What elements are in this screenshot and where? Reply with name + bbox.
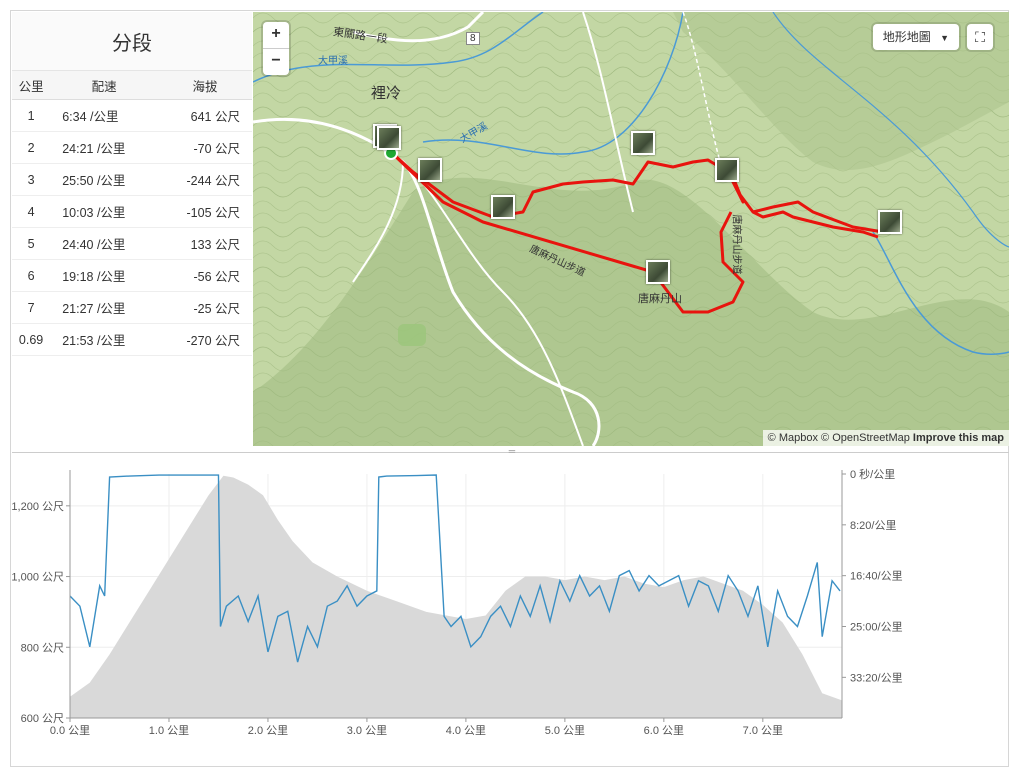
split-row[interactable]: 5 24:40 /公里 133 公尺: [12, 227, 252, 260]
split-km: 5: [12, 227, 51, 260]
elevation-pace-chart[interactable]: 600 公尺 800 公尺 1,000 公尺 1,200 公尺 0 秒/公里 8:20/公…: [12, 456, 1009, 761]
split-pace: 24:40 /公里: [50, 227, 158, 260]
map-label-river: 大甲溪: [318, 56, 348, 67]
x-tick-label: 5.0 公里: [545, 724, 585, 737]
split-elevation: 133 公尺: [157, 227, 252, 260]
split-elevation: 641 公尺: [157, 99, 252, 132]
left-tick-label: 1,200 公尺: [12, 501, 64, 513]
left-tick-label: 600 公尺: [21, 713, 64, 725]
splits-panel: 分段 公里 配速 海拔 1 6:34 /公里 641 公尺 2 24:21 /公里 -70…: [12, 12, 252, 446]
split-km: 3: [12, 163, 51, 196]
split-elevation: -70 公尺: [157, 131, 252, 164]
map-type-label: 地形地圖: [882, 30, 931, 44]
x-tick-label: 7.0 公里: [743, 724, 783, 737]
route-map[interactable]: 裡冷 東關路一段 8 大甲溪 大甲溪 唐麻丹山 唐麻丹山步道 唐麻丹山步道 + …: [253, 12, 1009, 446]
right-tick-label: 25:00/公里: [850, 621, 903, 634]
map-label-trail: 唐麻丹山步道: [730, 214, 742, 275]
split-row[interactable]: 6 19:18 /公里 -56 公尺: [12, 259, 252, 292]
split-pace: 6:34 /公里: [50, 99, 158, 132]
split-km: 7: [12, 291, 51, 324]
photo-marker[interactable]: [715, 158, 739, 182]
mapbox-link[interactable]: © Mapbox: [768, 432, 818, 444]
split-row[interactable]: 1 6:34 /公里 641 公尺: [12, 99, 252, 132]
split-pace: 19:18 /公里: [50, 259, 158, 292]
split-pace: 10:03 /公里: [50, 195, 158, 228]
zoom-in-button[interactable]: +: [263, 22, 289, 48]
split-row[interactable]: 0.69 21:53 /公里 -270 公尺: [12, 323, 252, 356]
col-pace: 配速: [50, 71, 158, 100]
split-km: 4: [12, 195, 51, 228]
map-type-dropdown[interactable]: 地形地圖 ▼: [872, 24, 959, 50]
x-tick-label: 3.0 公里: [347, 724, 387, 737]
right-tick-label: 8:20/公里: [850, 519, 896, 532]
resize-handle[interactable]: ═: [500, 446, 524, 456]
photo-marker[interactable]: [631, 131, 655, 155]
fullscreen-button[interactable]: ⛶: [967, 24, 993, 50]
elevation-area: [70, 475, 842, 718]
left-tick-label: 800 公尺: [21, 642, 64, 654]
col-elev: 海拔: [157, 71, 252, 100]
map-attribution: © Mapbox © OpenStreetMap Improve this ma…: [762, 430, 1009, 446]
split-row[interactable]: 4 10:03 /公里 -105 公尺: [12, 195, 252, 228]
splits-header-row: 公里 配速 海拔: [12, 71, 252, 100]
zoom-control: + −: [263, 22, 289, 75]
col-km: 公里: [12, 71, 51, 100]
photo-marker[interactable]: [878, 210, 902, 234]
split-elevation: -105 公尺: [157, 195, 252, 228]
photo-marker[interactable]: [491, 195, 515, 219]
map-label-town: 裡冷: [371, 85, 402, 102]
left-tick-label: 1,000 公尺: [12, 572, 64, 584]
splits-title: 分段: [12, 12, 252, 71]
split-row[interactable]: 2 24:21 /公里 -70 公尺: [12, 131, 252, 164]
right-tick-label: 33:20/公里: [850, 671, 903, 684]
right-tick-label: 16:40/公里: [850, 570, 903, 583]
x-tick-label: 6.0 公里: [644, 724, 684, 737]
photo-marker[interactable]: [377, 126, 401, 150]
photo-marker[interactable]: [418, 158, 442, 182]
fullscreen-icon: ⛶: [975, 29, 985, 45]
split-elevation: -270 公尺: [157, 323, 252, 356]
split-row[interactable]: 3 25:50 /公里 -244 公尺: [12, 163, 252, 196]
x-tick-label: 2.0 公里: [248, 724, 288, 737]
split-elevation: -56 公尺: [157, 259, 252, 292]
split-pace: 21:53 /公里: [50, 323, 158, 356]
caret-down-icon: ▼: [940, 33, 949, 43]
map-label-peak: 唐麻丹山: [638, 293, 682, 305]
split-pace: 21:27 /公里: [50, 291, 158, 324]
map-label-road-number: 8: [466, 32, 480, 45]
split-pace: 25:50 /公里: [50, 163, 158, 196]
osm-link[interactable]: © OpenStreetMap: [821, 432, 910, 444]
photo-marker[interactable]: [646, 260, 670, 284]
split-elevation: -25 公尺: [157, 291, 252, 324]
split-pace: 24:21 /公里: [50, 131, 158, 164]
split-km: 6: [12, 259, 51, 292]
split-km: 0.69: [12, 323, 51, 356]
zoom-out-button[interactable]: −: [263, 48, 289, 75]
split-km: 1: [12, 99, 51, 132]
x-tick-label: 0.0 公里: [50, 724, 90, 737]
split-row[interactable]: 7 21:27 /公里 -25 公尺: [12, 291, 252, 324]
x-tick-label: 4.0 公里: [446, 724, 486, 737]
x-tick-label: 1.0 公里: [149, 724, 189, 737]
right-tick-label: 0 秒/公里: [850, 467, 895, 481]
split-km: 2: [12, 131, 51, 164]
split-elevation: -244 公尺: [157, 163, 252, 196]
improve-map-link[interactable]: Improve this map: [913, 432, 1004, 444]
splits-table: 公里 配速 海拔 1 6:34 /公里 641 公尺 2 24:21 /公里 -70 公尺…: [12, 71, 252, 356]
